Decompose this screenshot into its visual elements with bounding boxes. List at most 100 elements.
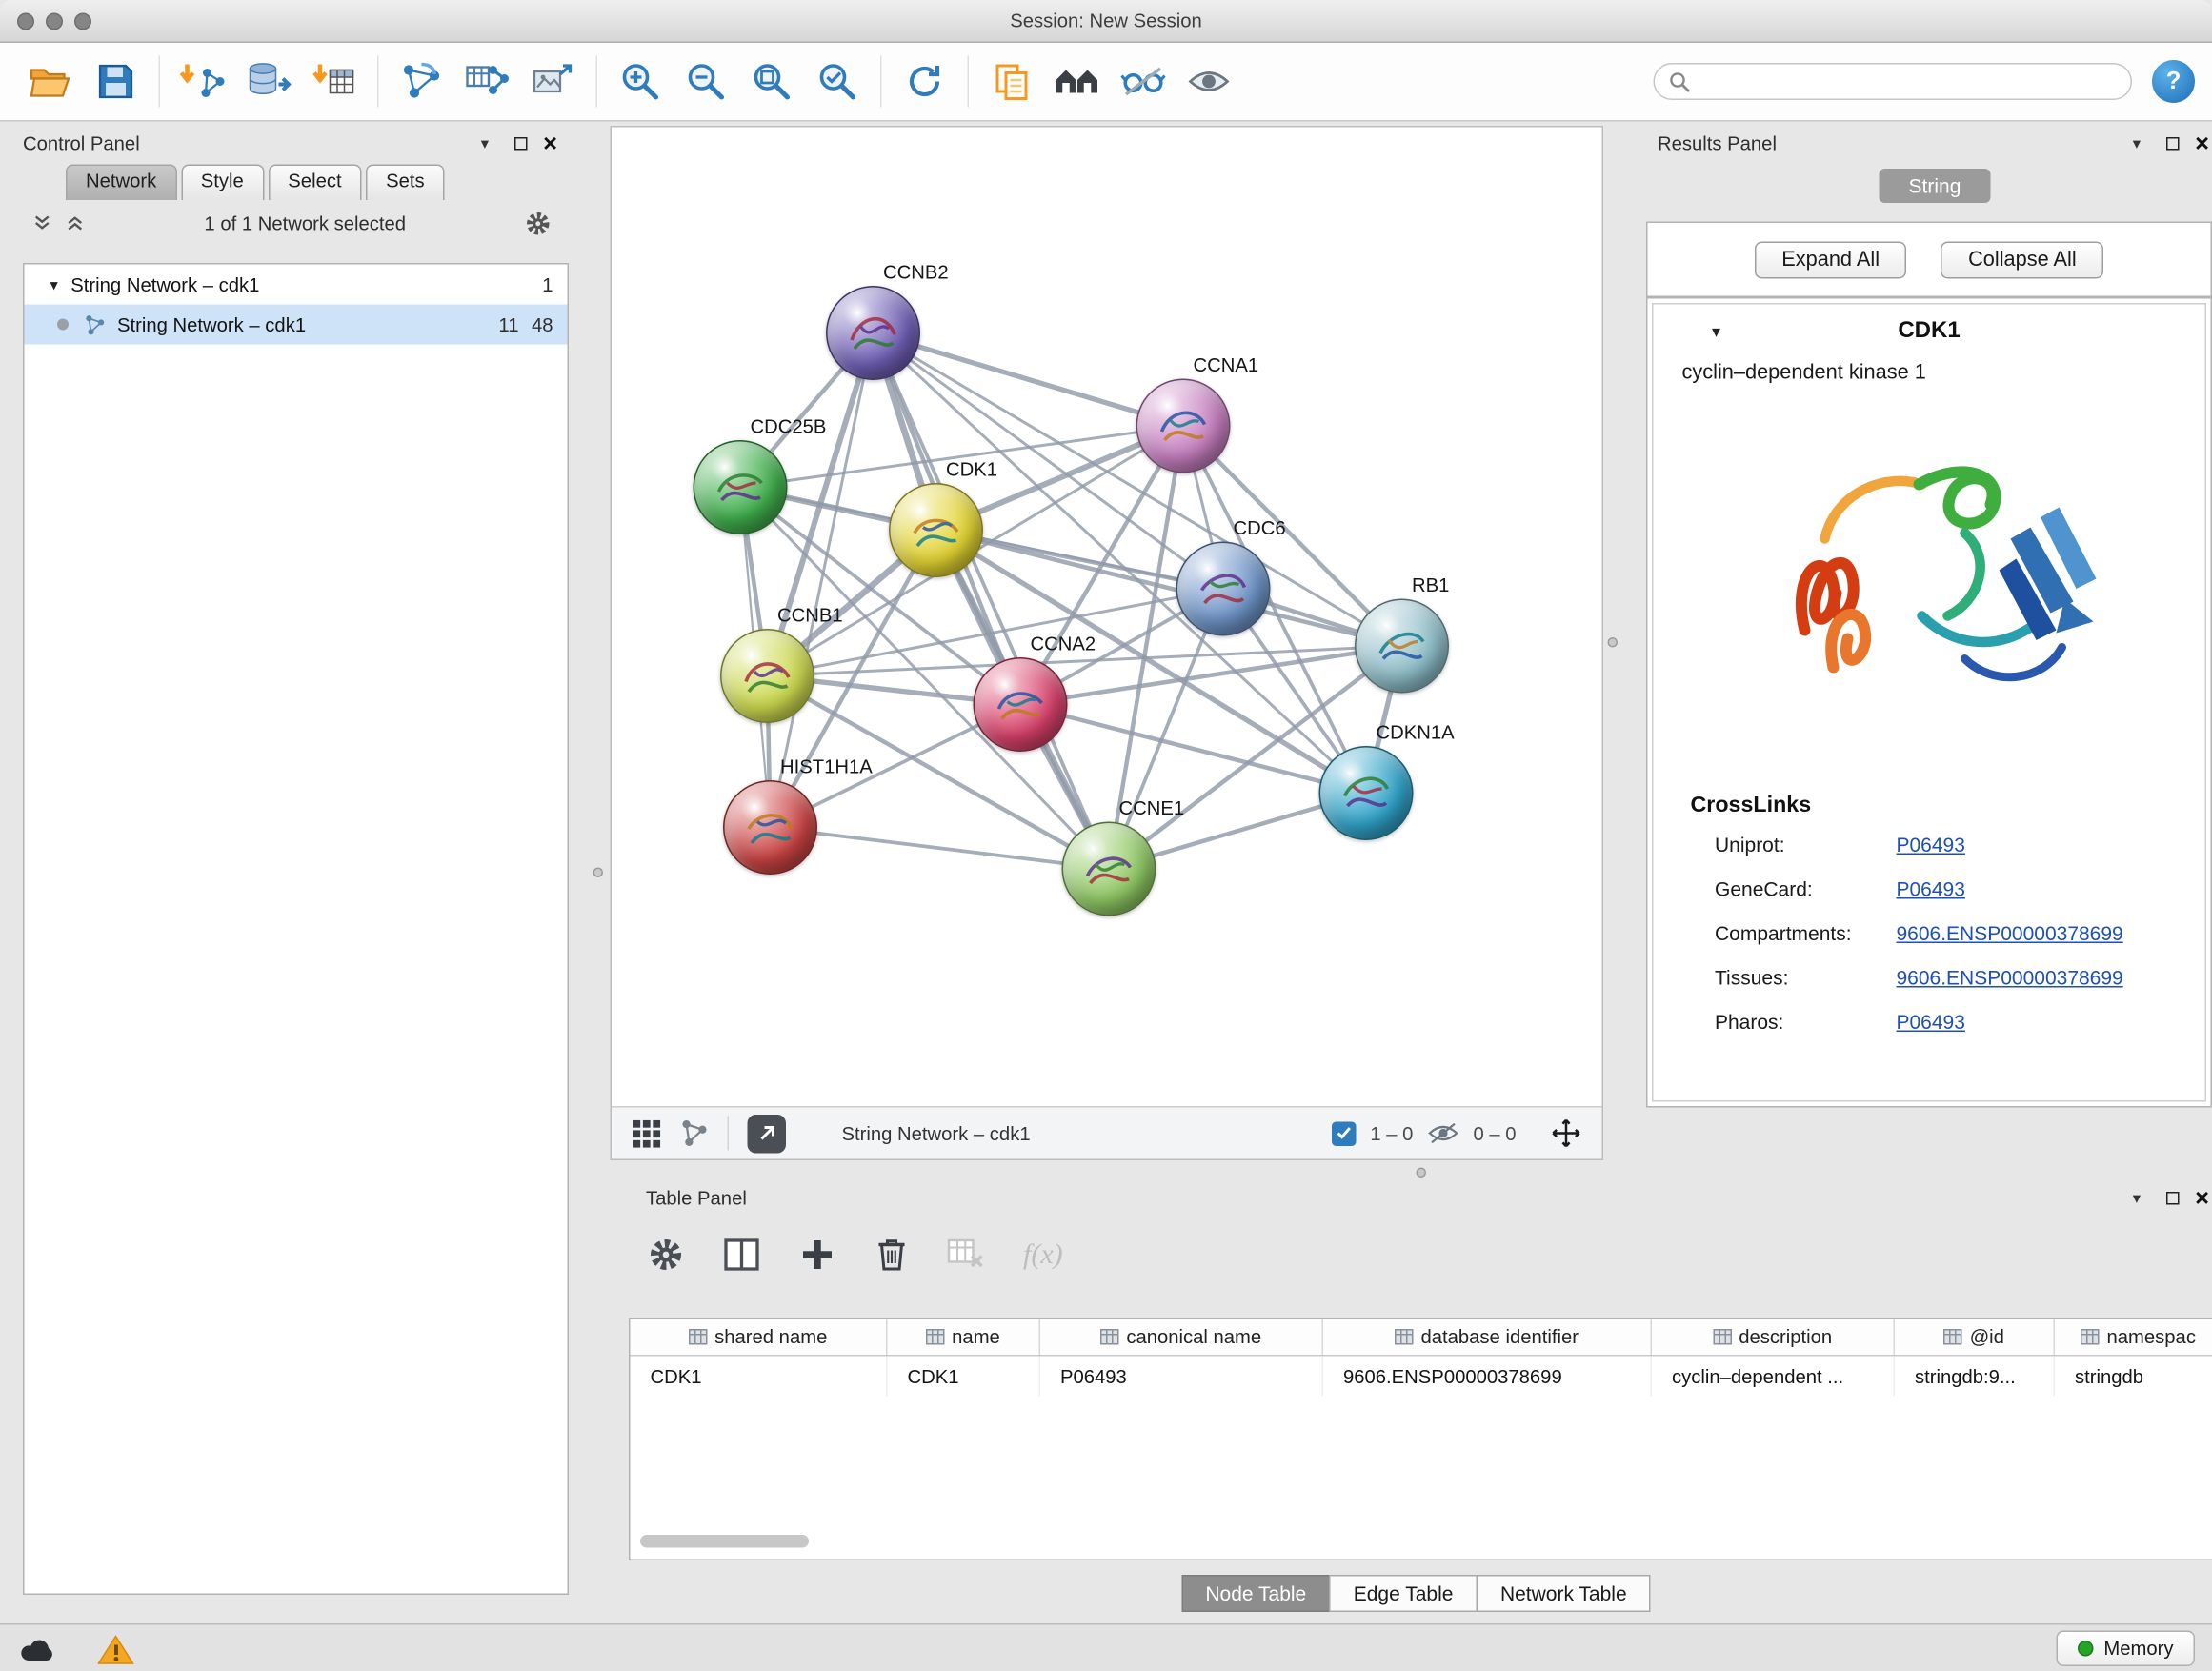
export-image-button[interactable]: [520, 51, 586, 111]
network-node-CDK1[interactable]: CDK1: [889, 483, 983, 577]
crosslink-link[interactable]: P06493: [1897, 833, 1965, 856]
tab-select[interactable]: Select: [268, 165, 361, 201]
network-node-CCNA1[interactable]: CCNA1: [1136, 379, 1231, 473]
network-node-CDC25B[interactable]: CDC25B: [694, 440, 788, 534]
network-overview-icon[interactable]: [680, 1119, 709, 1148]
clone-network-button[interactable]: [979, 51, 1045, 111]
search-input[interactable]: [1699, 70, 2117, 92]
network-node-CCNB1[interactable]: CCNB1: [720, 629, 814, 723]
hide-panels-button[interactable]: [1111, 51, 1176, 111]
show-view-button[interactable]: [1176, 51, 1242, 111]
panel-close-icon[interactable]: ×: [2195, 131, 2209, 155]
home-view-button[interactable]: [1045, 51, 1111, 111]
network-node-CCNE1[interactable]: CCNE1: [1062, 822, 1156, 916]
column-header-shared-name[interactable]: shared name: [631, 1319, 888, 1356]
tab-node-table[interactable]: Node Table: [1181, 1575, 1331, 1612]
network-canvas[interactable]: CCNB2 CCNA1 CDC25B CDK1 CDC6 RB1 CCNB1 CCNA2 CDK…: [612, 128, 1602, 1108]
splitter-handle[interactable]: [593, 868, 604, 878]
tab-network[interactable]: Network: [66, 165, 176, 201]
zoom-out-button[interactable]: [674, 51, 739, 111]
collapse-caret-icon[interactable]: ▾: [1712, 322, 1720, 342]
table-cell[interactable]: stringdb: [2055, 1357, 2212, 1397]
memory-button[interactable]: Memory: [2057, 1631, 2195, 1667]
network-edge[interactable]: [874, 333, 1110, 870]
table-settings-gear-icon[interactable]: [648, 1237, 685, 1274]
network-node-CDC6[interactable]: CDC6: [1176, 542, 1271, 636]
zoom-in-button[interactable]: [608, 51, 674, 111]
network-node-CCNB2[interactable]: CCNB2: [826, 286, 920, 380]
hidden-eye-icon[interactable]: [1427, 1122, 1458, 1145]
crosslink-link[interactable]: 9606.ENSP00000378699: [1897, 921, 2123, 944]
import-network-database-button[interactable]: [236, 51, 302, 111]
panel-menu-icon[interactable]: ▾: [2133, 1188, 2141, 1207]
network-node-HIST1H1A[interactable]: HIST1H1A: [723, 780, 817, 875]
tab-sets[interactable]: Sets: [366, 165, 445, 201]
column-header-namespac[interactable]: namespac: [2055, 1319, 2212, 1356]
panel-menu-icon[interactable]: ▾: [2133, 133, 2141, 152]
cloud-icon[interactable]: [17, 1634, 60, 1662]
table-horizontal-scrollbar[interactable]: [640, 1535, 809, 1548]
network-node-CCNA2[interactable]: CCNA2: [974, 657, 1068, 752]
panel-float-icon[interactable]: [514, 136, 528, 150]
panel-menu-icon[interactable]: ▾: [481, 133, 489, 152]
add-column-icon[interactable]: [799, 1237, 836, 1274]
tab-network-table[interactable]: Network Table: [1476, 1575, 1651, 1612]
column-header--id[interactable]: @id: [1895, 1319, 2055, 1356]
network-node-CDKN1A[interactable]: CDKN1A: [1319, 746, 1414, 840]
help-button[interactable]: ?: [2152, 60, 2195, 103]
zoom-fit-button[interactable]: [739, 51, 805, 111]
panel-close-icon[interactable]: ×: [543, 131, 557, 155]
column-header-canonical-name[interactable]: canonical name: [1040, 1319, 1323, 1356]
new-network-button[interactable]: [389, 51, 454, 111]
open-session-button[interactable]: [17, 51, 83, 111]
column-header-database-identifier[interactable]: database identifier: [1323, 1319, 1652, 1356]
crosslink-link[interactable]: 9606.ENSP00000378699: [1897, 965, 2123, 988]
gear-icon[interactable]: [525, 210, 553, 237]
zoom-selected-button[interactable]: [805, 51, 871, 111]
panel-float-icon[interactable]: [2166, 136, 2180, 150]
table-cell[interactable]: CDK1: [888, 1357, 1041, 1397]
selected-checkbox-icon[interactable]: [1332, 1121, 1357, 1146]
tree-caret-icon[interactable]: ▾: [50, 275, 58, 294]
birds-eye-view-icon[interactable]: [632, 1118, 662, 1149]
protein-header[interactable]: ▾ CDK1: [1654, 305, 2205, 359]
delete-column-trash-icon[interactable]: [875, 1237, 909, 1274]
tab-style[interactable]: Style: [181, 165, 264, 201]
save-session-button[interactable]: [83, 51, 149, 111]
crosslink-link[interactable]: P06493: [1897, 876, 1965, 899]
window-close-button[interactable]: [17, 13, 34, 30]
expand-all-tree-icon[interactable]: [65, 213, 87, 233]
table-cell[interactable]: CDK1: [631, 1357, 888, 1397]
tab-edge-table[interactable]: Edge Table: [1329, 1575, 1478, 1612]
table-cell[interactable]: 9606.ENSP00000378699: [1323, 1357, 1652, 1397]
crosslink-link[interactable]: P06493: [1897, 1010, 1965, 1033]
refresh-button[interactable]: [892, 51, 957, 111]
tab-string[interactable]: String: [1880, 169, 1991, 203]
network-from-table-button[interactable]: [454, 51, 520, 111]
splitter-handle[interactable]: [1417, 1168, 1427, 1178]
table-cell[interactable]: stringdb:9...: [1895, 1357, 2055, 1397]
network-node-RB1[interactable]: RB1: [1355, 599, 1449, 694]
pan-crosshair-icon[interactable]: [1551, 1117, 1582, 1149]
export-network-button[interactable]: [748, 1114, 787, 1153]
collapse-all-tree-icon[interactable]: [31, 213, 53, 233]
window-zoom-button[interactable]: [74, 13, 91, 30]
table-cell[interactable]: P06493: [1040, 1357, 1323, 1397]
import-table-button[interactable]: [302, 51, 368, 111]
network-edge[interactable]: [771, 828, 1110, 870]
network-row-selected[interactable]: String Network – cdk1 11 48: [25, 305, 568, 345]
warning-icon[interactable]: [97, 1633, 134, 1664]
column-header-name[interactable]: name: [888, 1319, 1041, 1356]
splitter-handle[interactable]: [1608, 637, 1619, 648]
panel-float-icon[interactable]: [2166, 1191, 2180, 1204]
network-collection-row[interactable]: ▾ String Network – cdk1 1: [25, 265, 568, 305]
select-columns-icon[interactable]: [723, 1237, 760, 1274]
table-row[interactable]: CDK1CDK1P064939606.ENSP00000378699cyclin…: [631, 1357, 2212, 1397]
window-minimize-button[interactable]: [46, 13, 63, 30]
collapse-all-button[interactable]: Collapse All: [1941, 241, 2104, 278]
import-network-file-button[interactable]: [171, 51, 236, 111]
column-header-description[interactable]: description: [1652, 1319, 1895, 1356]
panel-close-icon[interactable]: ×: [2195, 1185, 2209, 1210]
expand-all-button[interactable]: Expand All: [1755, 241, 1907, 278]
table-cell[interactable]: cyclin–dependent ...: [1652, 1357, 1895, 1397]
